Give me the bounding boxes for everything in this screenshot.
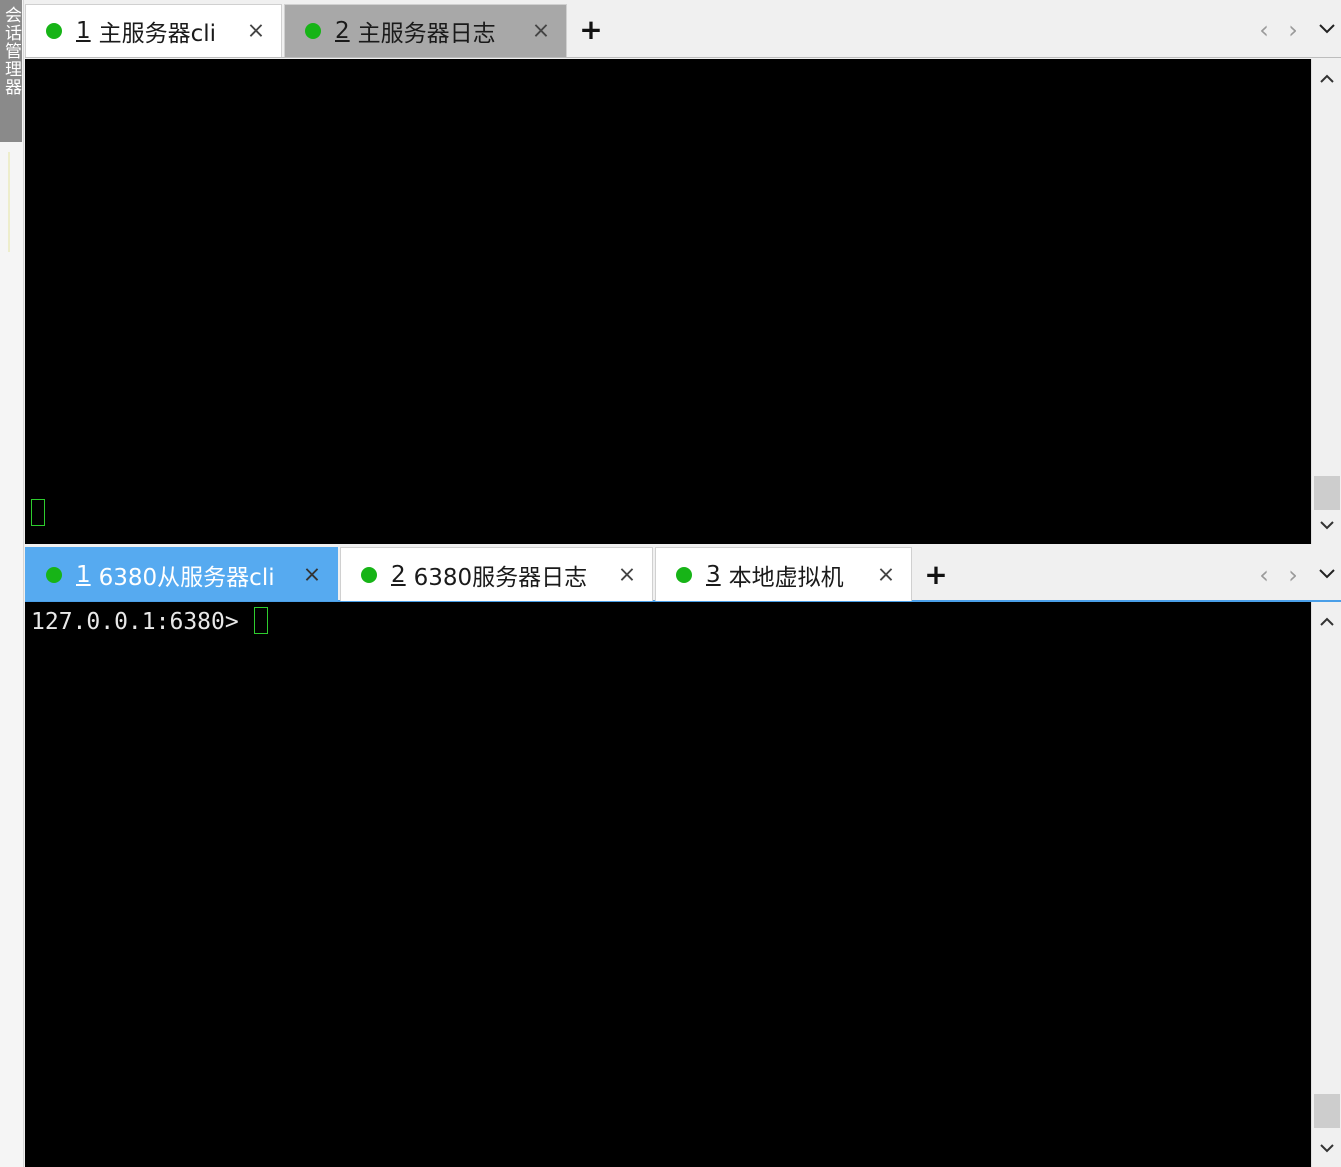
top-scrollbar[interactable] — [1311, 59, 1341, 544]
bottom-scrollbar[interactable] — [1311, 602, 1341, 1167]
session-manager-tab[interactable]: 会话管理器 — [0, 0, 22, 142]
terminal-prompt: 127.0.0.1:6380> — [31, 609, 253, 635]
tab-main-server-cli[interactable]: 1 主服务器cli × — [25, 4, 282, 57]
tab-6380-slave-cli[interactable]: 1 6380从服务器cli × — [25, 547, 338, 601]
status-dot-icon — [305, 23, 321, 39]
top-pane: 1 主服务器cli × 2 主服务器日志 × + ‹ › — [25, 0, 1341, 544]
scroll-thumb[interactable] — [1314, 1094, 1340, 1128]
bottom-pane: 1 6380从服务器cli × 2 6380服务器日志 × 3 本地虚拟机 × … — [25, 545, 1341, 1167]
chevron-down-icon[interactable] — [1316, 561, 1338, 589]
top-tab-bar: 1 主服务器cli × 2 主服务器日志 × + ‹ › — [25, 0, 1341, 58]
tab-label: 6380从服务器cli — [98, 564, 275, 591]
terminal-cursor — [31, 499, 45, 526]
tab-label: 6380服务器日志 — [413, 564, 588, 591]
chevron-right-icon[interactable]: › — [1282, 561, 1304, 589]
close-icon[interactable]: × — [301, 562, 323, 587]
tab-label: 主服务器cli — [98, 21, 217, 47]
status-dot-icon — [676, 566, 692, 583]
close-icon[interactable]: × — [245, 19, 267, 44]
session-manager-strip: 会话管理器 — [0, 0, 24, 1167]
tab-number: 1 — [76, 18, 91, 44]
bottom-terminal[interactable]: 127.0.0.1:6380> — [25, 602, 1311, 1167]
scroll-down-icon[interactable] — [1312, 1133, 1341, 1163]
status-dot-icon — [46, 566, 62, 583]
chevron-right-icon[interactable]: › — [1282, 16, 1304, 44]
tab-label: 本地虚拟机 — [728, 564, 844, 591]
status-dot-icon — [46, 23, 62, 39]
scroll-up-icon[interactable] — [1312, 63, 1341, 93]
tab-number: 3 — [706, 561, 721, 588]
chevron-down-icon[interactable] — [1316, 16, 1338, 44]
close-icon[interactable]: × — [530, 19, 552, 44]
scroll-down-icon[interactable] — [1312, 510, 1341, 540]
chevron-left-icon[interactable]: ‹ — [1253, 16, 1275, 44]
tab-6380-server-log[interactable]: 2 6380服务器日志 × — [340, 547, 653, 601]
side-divider — [8, 152, 10, 252]
status-dot-icon — [361, 566, 377, 583]
close-icon[interactable]: × — [875, 562, 897, 587]
top-terminal[interactable] — [25, 59, 1311, 544]
chevron-left-icon[interactable]: ‹ — [1253, 561, 1275, 589]
tab-number: 2 — [335, 18, 350, 44]
add-tab-button[interactable]: + — [921, 557, 951, 593]
terminal-app: 会话管理器 1 主服务器cli × 2 主服务器日志 × + ‹ › 1 638… — [0, 0, 1341, 1167]
scroll-up-icon[interactable] — [1312, 606, 1341, 636]
add-tab-button[interactable]: + — [576, 12, 606, 48]
terminal-cursor — [254, 607, 268, 634]
tab-number: 2 — [391, 561, 406, 588]
tab-local-vm[interactable]: 3 本地虚拟机 × — [655, 547, 912, 601]
session-manager-label: 会话管理器 — [1, 6, 21, 96]
bottom-tab-bar: 1 6380从服务器cli × 2 6380服务器日志 × 3 本地虚拟机 × … — [25, 545, 1341, 602]
tab-label: 主服务器日志 — [357, 21, 496, 47]
tab-main-server-log[interactable]: 2 主服务器日志 × — [284, 4, 567, 57]
close-icon[interactable]: × — [616, 562, 638, 587]
tab-number: 1 — [76, 561, 91, 588]
scroll-thumb[interactable] — [1314, 476, 1340, 510]
